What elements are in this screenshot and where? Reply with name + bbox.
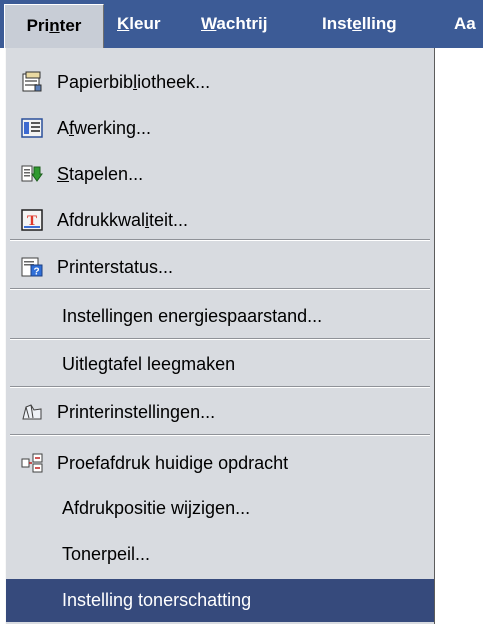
proof-print-icon — [21, 452, 43, 474]
menu-kleur[interactable]: Kleur — [117, 0, 160, 48]
menu-wachtrij[interactable]: Wachtrij — [201, 0, 267, 48]
stacking-icon — [21, 163, 43, 185]
menu-item-label: Afwerking... — [57, 118, 152, 138]
menu-item-label: Papierbibliotheek... — [57, 72, 211, 92]
menu-item-label: Tonerpeil... — [62, 544, 151, 564]
menu-separator — [10, 288, 430, 290]
menu-wachtrij-label: Wachtrij — [201, 14, 268, 33]
menu-separator — [10, 338, 430, 340]
menu-kleur-label: Kleur — [117, 14, 161, 33]
menu-item-label: Instellingen energiespaarstand... — [62, 306, 323, 326]
menu-item-printerstatus[interactable]: ? Printerstatus... — [6, 247, 434, 287]
printer-menu-dropdown: Papierbibliotheek... Afwerking... Stapel — [5, 48, 435, 624]
printer-status-icon: ? — [21, 256, 43, 278]
menu-item-label: Afdrukkwaliteit... — [57, 210, 189, 230]
menu-item-label: Afdrukpositie wijzigen... — [62, 498, 251, 518]
menu-item-papierbibliotheek[interactable]: Papierbibliotheek... — [6, 62, 434, 102]
menu-separator — [10, 239, 430, 241]
menu-item-label: Printerstatus... — [57, 257, 174, 277]
menu-item-energiespaarstand[interactable]: Instellingen energiespaarstand... — [6, 296, 434, 336]
menu-item-stapelen[interactable]: Stapelen... — [6, 154, 434, 194]
menu-item-label: Stapelen... — [57, 164, 144, 184]
menu-aa-label: Aa — [454, 14, 476, 33]
menu-item-label: Printerinstellingen... — [57, 402, 216, 422]
menu-item-instelling-tonerschatting[interactable]: Instelling tonerschatting — [6, 579, 434, 622]
printer-settings-icon — [21, 401, 43, 423]
menu-instelling[interactable]: Instelling — [322, 0, 397, 48]
menu-item-label: Instelling tonerschatting — [62, 590, 252, 610]
menu-aa-truncated[interactable]: Aa — [454, 0, 476, 48]
menu-item-proefafdruk[interactable]: Proefafdruk huidige opdracht — [6, 443, 434, 483]
menu-item-tonerpeil[interactable]: Tonerpeil... — [6, 534, 434, 574]
finishing-icon — [21, 117, 43, 139]
paper-library-icon — [21, 71, 43, 93]
menu-instelling-label: Instelling — [322, 14, 397, 33]
menu-separator — [10, 434, 430, 436]
print-quality-icon: T — [21, 209, 43, 231]
menu-printer[interactable]: Printer — [4, 4, 104, 48]
menu-item-label: Proefafdruk huidige opdracht — [57, 453, 289, 473]
menu-bar: Printer Kleur Wachtrij Instelling Aa — [0, 0, 483, 48]
menu-item-label: Uitlegtafel leegmaken — [62, 354, 236, 374]
menu-item-printerinstellingen[interactable]: Printerinstellingen... — [6, 392, 434, 432]
svg-text:?: ? — [33, 267, 39, 278]
menu-separator — [10, 386, 430, 388]
menu-item-afwerking[interactable]: Afwerking... — [6, 108, 434, 148]
menu-item-afdrukpositie-wijzigen[interactable]: Afdrukpositie wijzigen... — [6, 488, 434, 528]
menu-item-uitlegtafel-leegmaken[interactable]: Uitlegtafel leegmaken — [6, 344, 434, 384]
menu-printer-label: Printer — [26, 16, 82, 35]
menu-item-afdrukkwaliteit[interactable]: T Afdrukkwaliteit... — [6, 200, 434, 240]
